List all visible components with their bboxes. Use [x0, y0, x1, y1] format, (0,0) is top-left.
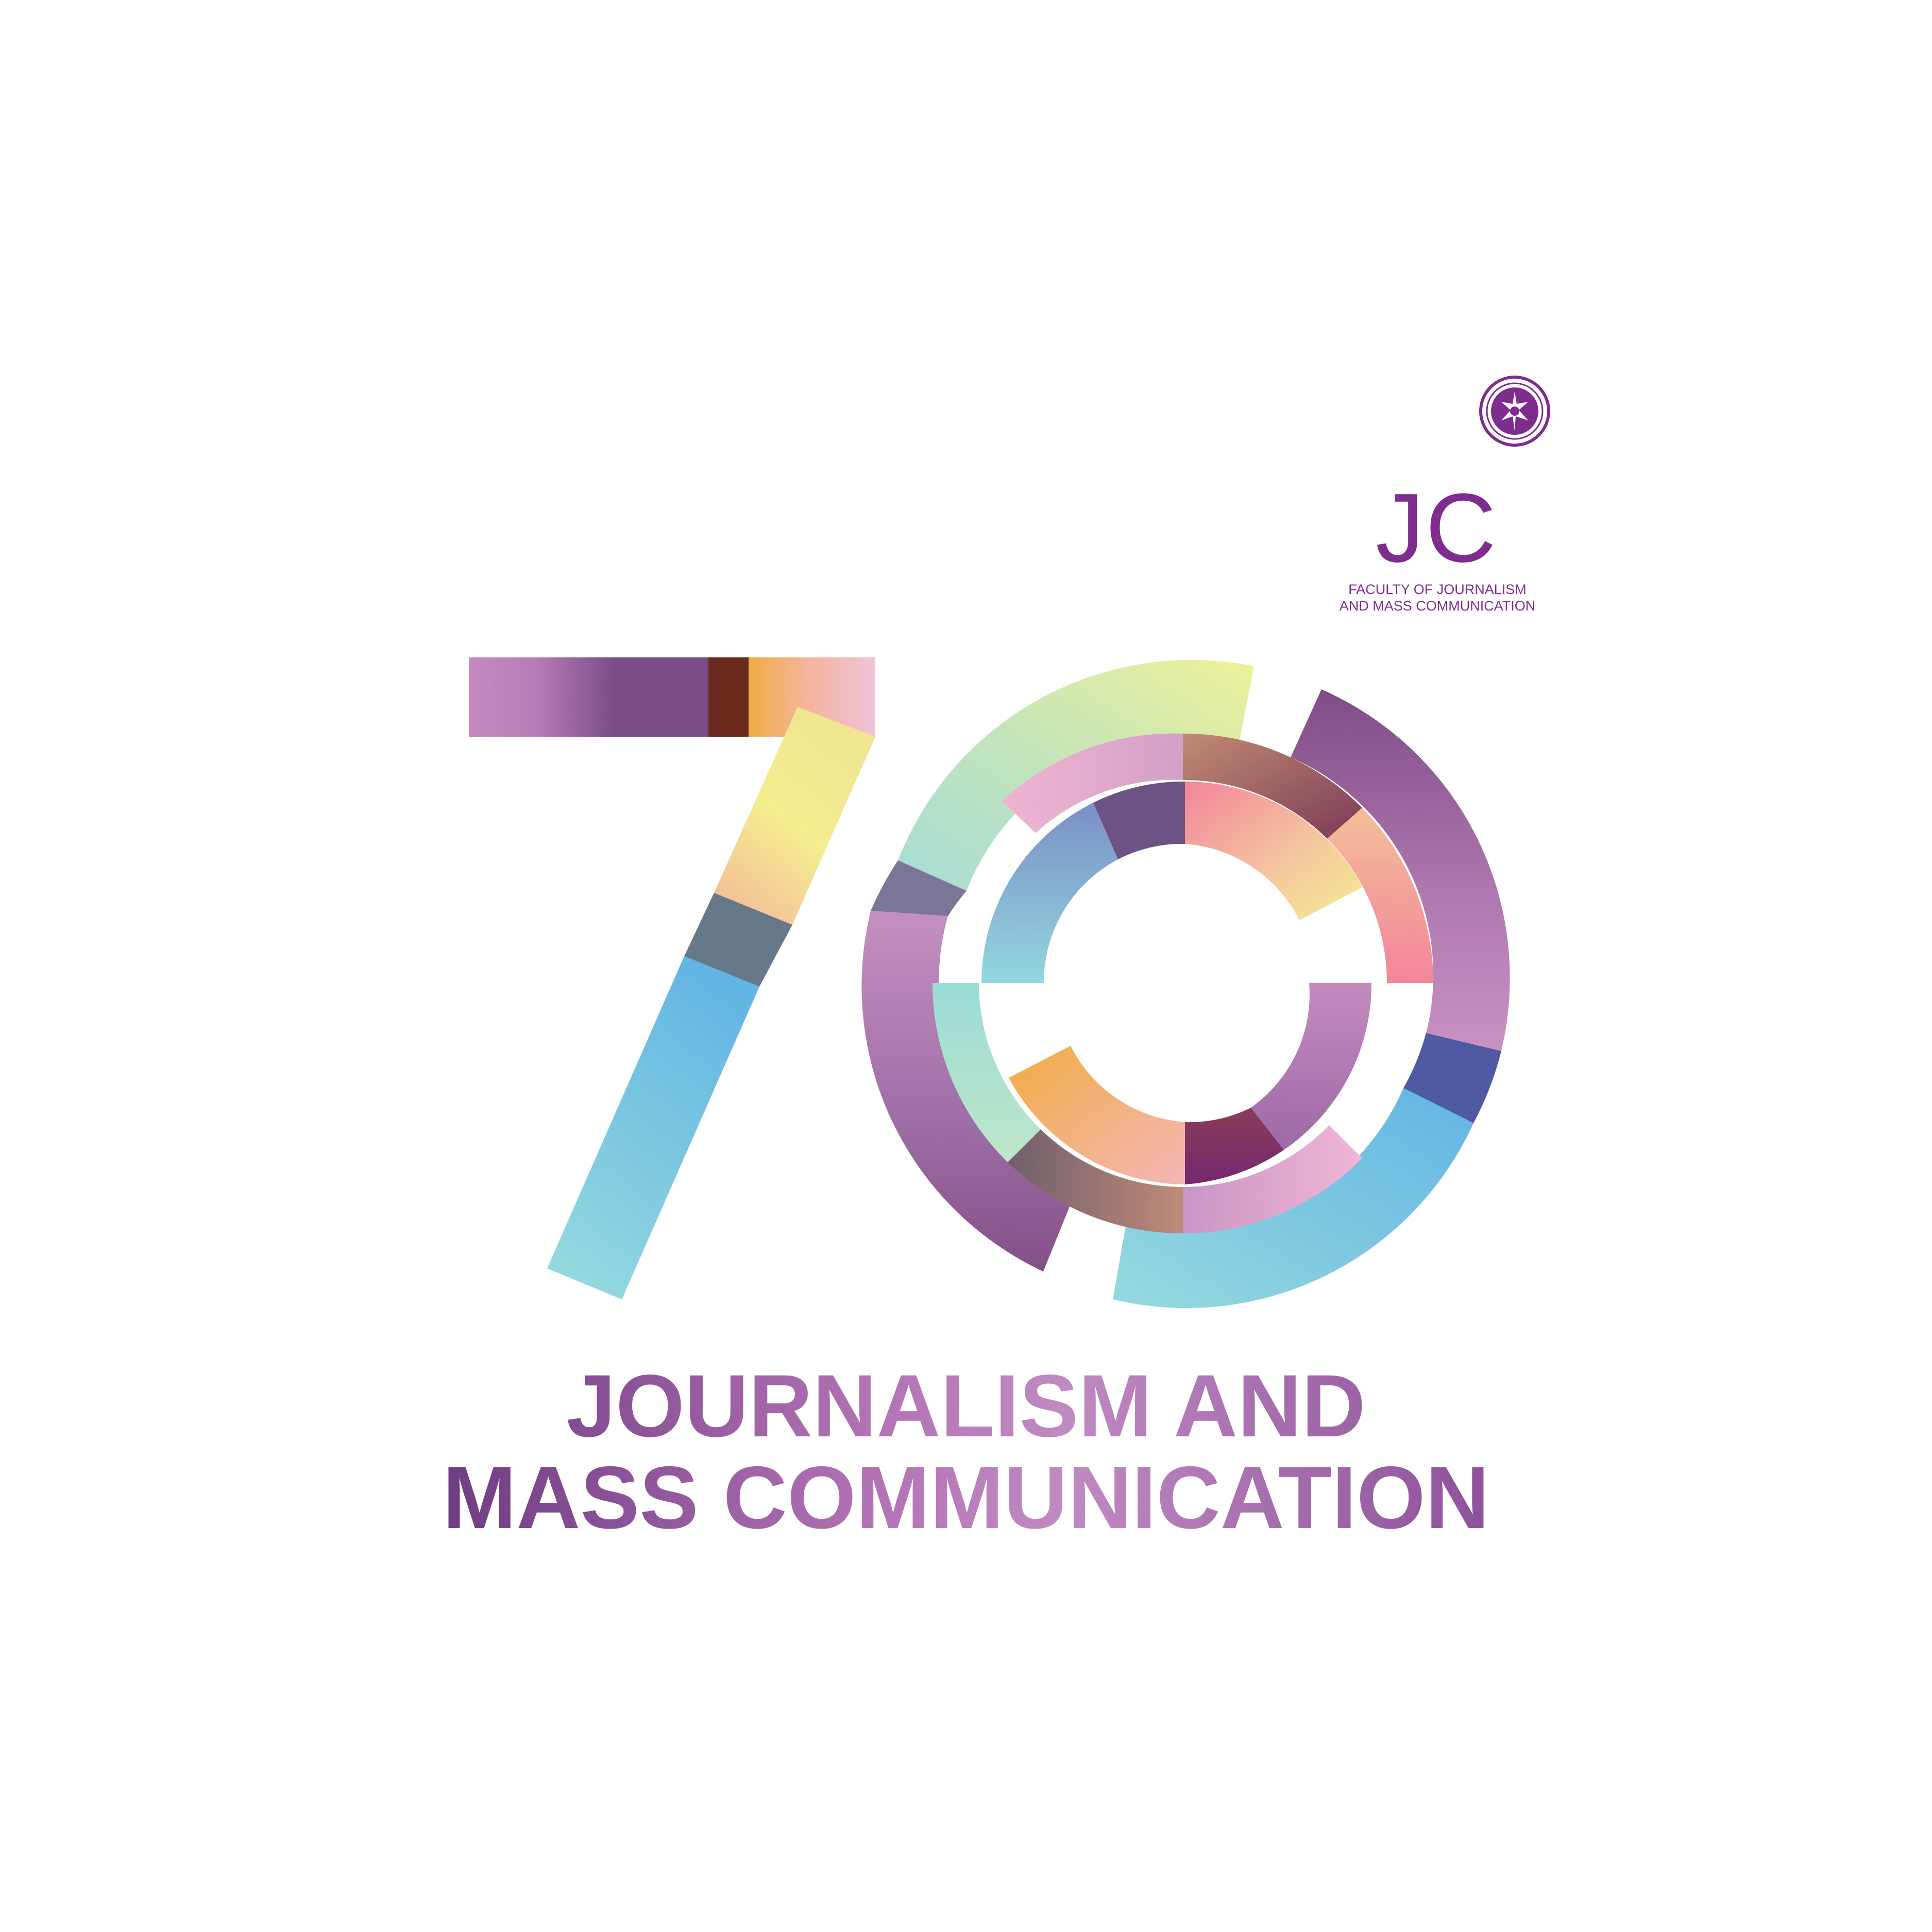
inner-ring-right [1251, 983, 1372, 1150]
seventy-numeral-graphic [469, 657, 1510, 1308]
numeral-zero [861, 659, 1510, 1308]
numeral-seven [469, 657, 875, 1299]
headline-line2: MASS COMMUNICATION [442, 1448, 1489, 1547]
university-seal-icon [1479, 376, 1550, 447]
seven-top-bar-brown [708, 657, 749, 737]
faculty-name-line2: AND MASS COMMUNICATION [1339, 598, 1536, 614]
anniversary-poster: JC FACULTY OF JOURNALISM AND MASS COMMUN… [0, 0, 1932, 1932]
seven-stem-yellow [714, 707, 875, 925]
jc-logo-text: JC [1375, 473, 1498, 583]
headline: JOURNALISM AND MASS COMMUNICATION [0, 1360, 1932, 1544]
headline-line1: JOURNALISM AND [566, 1357, 1366, 1455]
inner-ring-top-left [981, 803, 1118, 983]
seven-top-bar [469, 657, 711, 737]
seven-stem-blue [547, 956, 759, 1299]
faculty-name-line1: FACULTY OF JOURNALISM [1348, 582, 1527, 597]
faculty-name: FACULTY OF JOURNALISM AND MASS COMMUNICA… [1298, 581, 1577, 614]
